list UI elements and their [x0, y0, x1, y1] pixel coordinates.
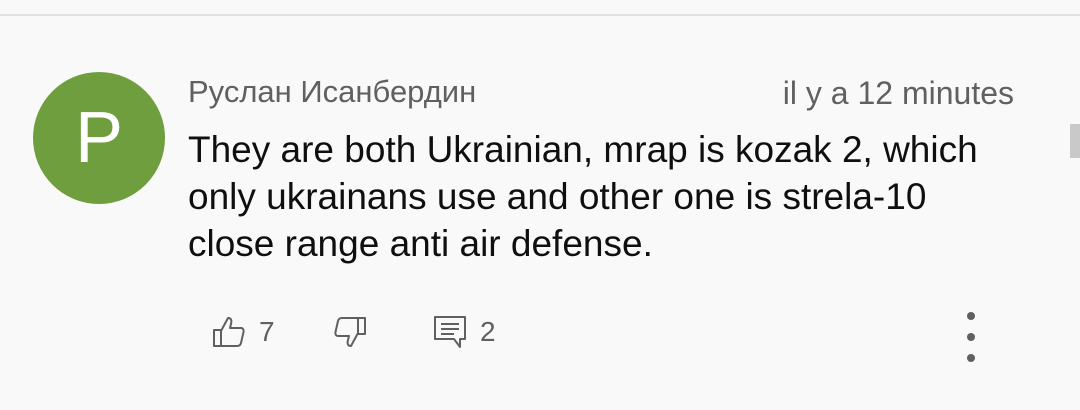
- thumbs-down-icon: [332, 314, 368, 350]
- comment-icon: [432, 314, 468, 350]
- comment-author[interactable]: Руслан Исанбердин: [188, 74, 476, 110]
- avatar[interactable]: P: [33, 72, 165, 204]
- comment-item: P Руслан Исанбердин il y a 12 minutes Th…: [0, 16, 1080, 410]
- dislike-button[interactable]: [332, 314, 368, 350]
- scrollbar[interactable]: [1070, 124, 1080, 158]
- comment-timestamp: il y a 12 minutes: [782, 75, 1014, 111]
- comment-text-line: They are both Ukrainian, mrap is kozak 2…: [188, 129, 978, 170]
- reply-count: 2: [480, 316, 496, 347]
- like-button[interactable]: 7: [211, 314, 275, 350]
- more-options-button[interactable]: [956, 312, 986, 362]
- comment-text: They are both Ukrainian, mrap is kozak 2…: [188, 126, 1028, 267]
- comment-text-line: close range anti air defense.: [188, 223, 653, 264]
- more-vertical-icon: [967, 312, 975, 320]
- comment-text-line: only ukrainans use and other one is stre…: [188, 176, 927, 217]
- like-count: 7: [259, 316, 275, 347]
- reply-button[interactable]: 2: [432, 314, 496, 350]
- avatar-letter: P: [74, 98, 124, 178]
- thumbs-up-icon: [211, 314, 247, 350]
